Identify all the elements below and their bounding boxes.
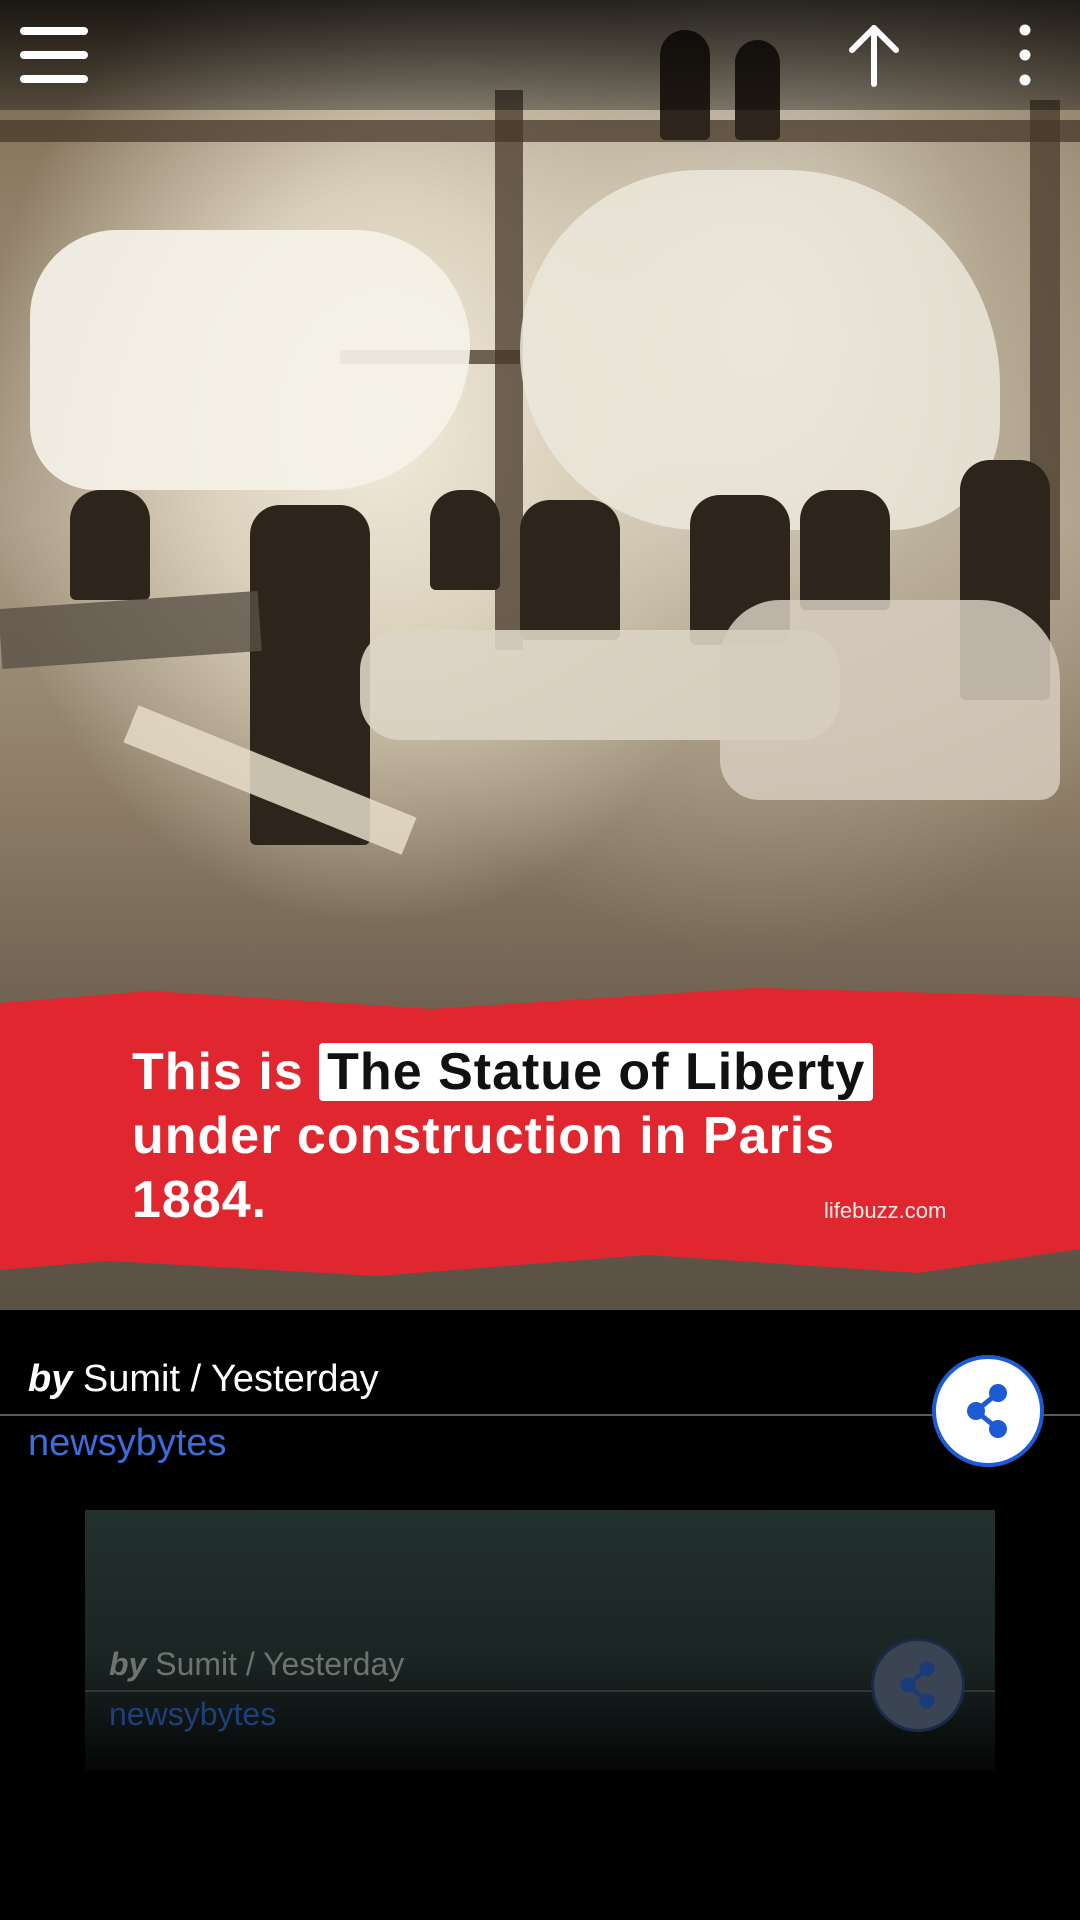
debris [0,591,262,669]
worker-figure [70,490,150,600]
debris [720,600,1060,800]
divider [0,1414,1080,1416]
author-time: Sumit / Yesterday [82,1358,379,1400]
menu-button[interactable] [20,27,88,83]
share-icon [967,1384,1007,1438]
worker-figure [800,490,890,610]
more-vertical-icon [1019,24,1031,86]
post-meta-overlay [0,1310,1080,1510]
more-options-button[interactable] [1000,20,1050,90]
caption-line2: under construction in Paris [132,1107,836,1165]
post-image[interactable]: This is The Statue of Liberty under cons… [0,0,1080,1310]
plaster-sleeve [520,170,1000,530]
caption-prefix: This is [132,1043,304,1101]
next-post-card[interactable]: by Sumit / Yesterday newsybytes [85,1510,995,1770]
next-share-button[interactable] [871,1638,965,1732]
source-link[interactable]: newsybytes [28,1422,227,1465]
worker-figure [520,500,620,640]
post-byline: by Sumit / Yesterday [28,1358,379,1401]
caption-highlight: The Statue of Liberty [319,1043,874,1101]
next-source-link[interactable]: newsybytes [109,1696,276,1733]
arrow-up-icon [849,25,899,87]
plaster-hand [30,230,470,490]
by-label: by [109,1646,147,1682]
image-watermark: lifebuzz.com [824,1198,947,1223]
worker-figure [430,490,500,590]
scaffold-beam [0,120,1080,142]
next-post-byline: by Sumit / Yesterday [109,1646,404,1683]
author-time: Sumit / Yesterday [155,1646,405,1682]
scroll-up-button[interactable] [846,22,902,88]
share-icon [900,1661,935,1709]
divider [85,1690,995,1692]
top-app-bar [0,0,1080,110]
share-button[interactable] [932,1355,1044,1467]
by-label: by [28,1358,73,1400]
